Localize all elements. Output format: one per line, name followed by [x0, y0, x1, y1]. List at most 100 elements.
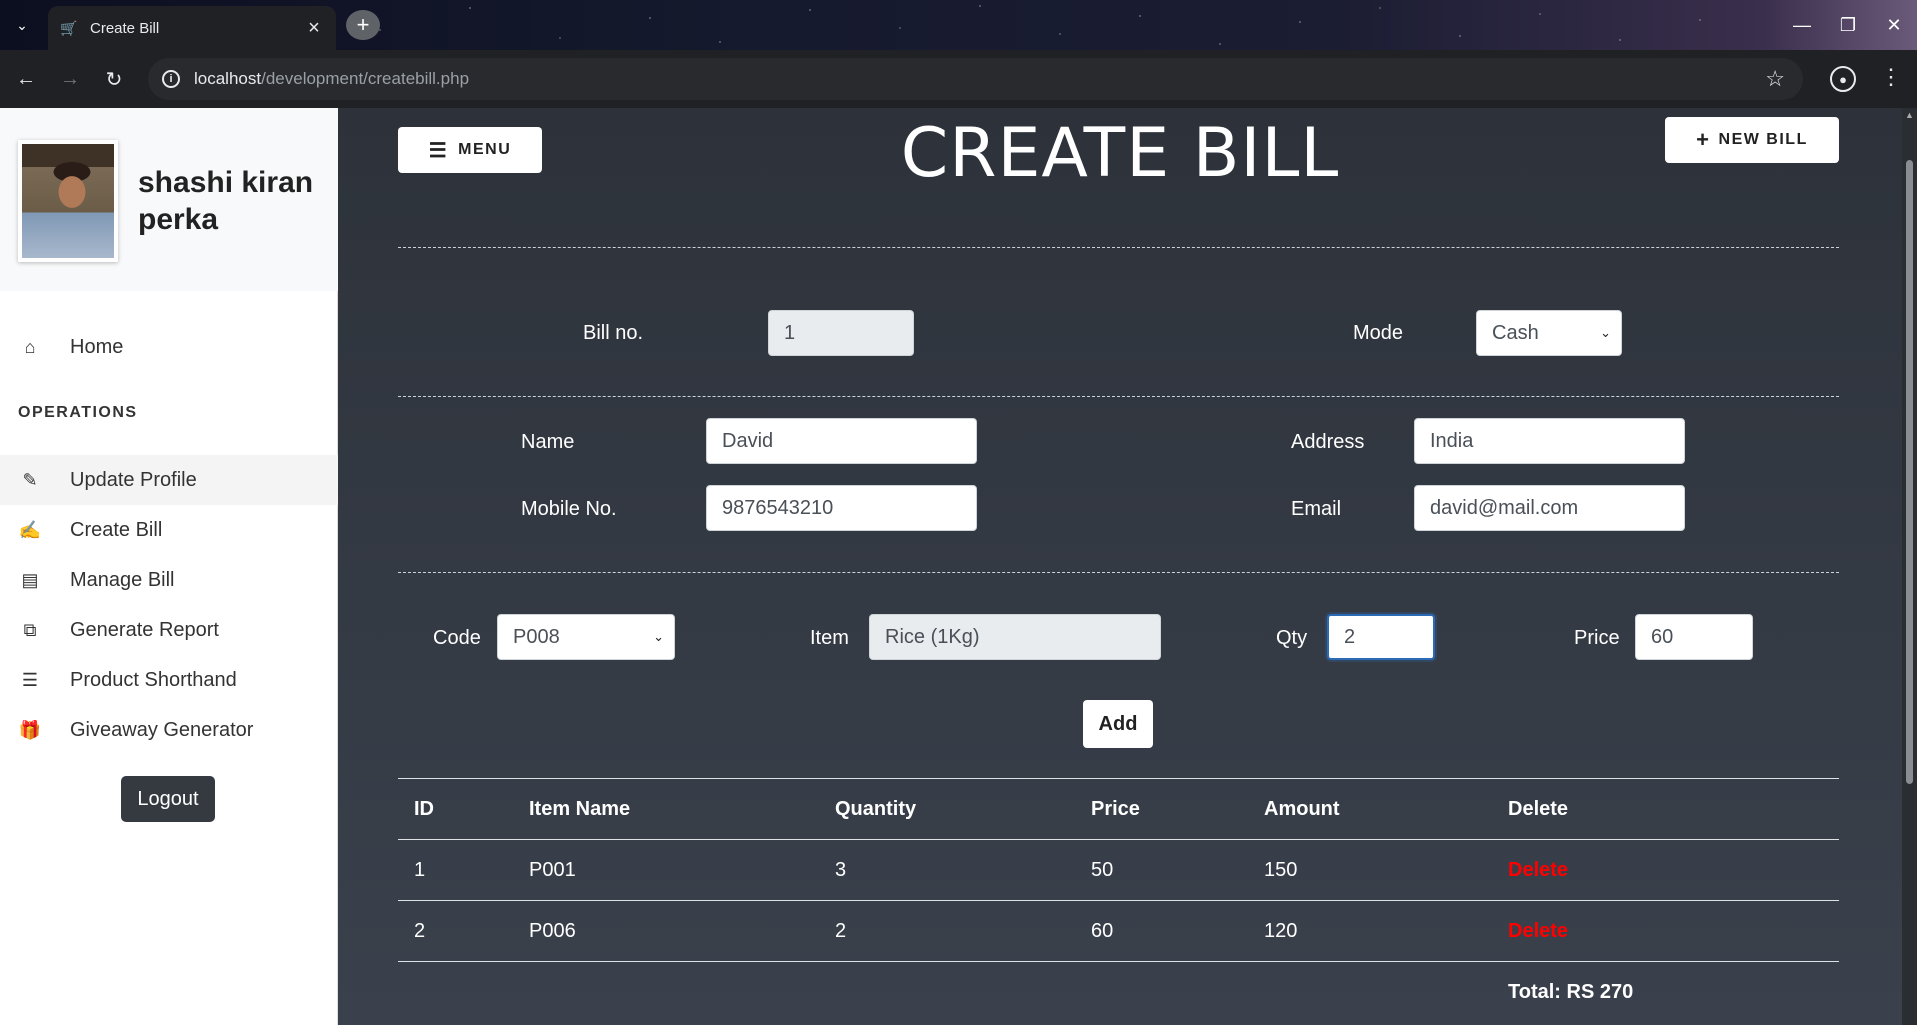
new-tab-button[interactable]: +: [346, 10, 380, 40]
close-window-icon[interactable]: ✕: [1871, 0, 1917, 50]
bill-total: Total: RS 270: [1508, 981, 1634, 1003]
sidebar-item-product-shorthand[interactable]: ☰ Product Shorthand: [0, 655, 338, 705]
main-content: ☰ MENU CREATE BILL + NEW BILL Bill no. 1…: [338, 108, 1902, 1025]
cell-item: P006: [529, 920, 576, 942]
table-row: 2 P006 2 60 120 Delete: [398, 900, 1839, 961]
logout-button[interactable]: Logout: [121, 776, 215, 822]
plus-icon: +: [1696, 127, 1711, 152]
delete-link[interactable]: Delete: [1508, 840, 1568, 901]
avatar: [18, 140, 118, 262]
code-select[interactable]: P008 ⌄: [497, 614, 675, 660]
scrollbar-thumb[interactable]: [1906, 160, 1913, 784]
address-field[interactable]: India: [1414, 418, 1685, 464]
mobile-value: 9876543210: [722, 496, 834, 519]
page-scrollbar[interactable]: ▲: [1902, 108, 1917, 1025]
scroll-up-icon[interactable]: ▲: [1905, 110, 1914, 120]
mode-value: Cash: [1492, 321, 1539, 344]
list-icon: ☰: [21, 669, 39, 690]
browser-titlebar: ⌄ 🛒 Create Bill × + — ❐ ✕: [0, 0, 1917, 50]
sidebar-item-home[interactable]: ⌂ Home: [0, 322, 338, 372]
table-header: ID: [414, 798, 434, 820]
qty-field[interactable]: 2: [1327, 614, 1435, 660]
sidebar-item-label: Update Profile: [70, 468, 197, 491]
qty-label: Qty: [1276, 627, 1308, 649]
bill-items-table: ID Item Name Quantity Price Amount Delet…: [398, 778, 1839, 1022]
restore-icon[interactable]: ❐: [1825, 0, 1871, 50]
profile-box: shashi kiran perka: [0, 108, 338, 291]
address-value: India: [1430, 429, 1474, 452]
address-bar[interactable]: i localhost/development/createbill.php ☆: [148, 58, 1803, 100]
divider: [398, 396, 1839, 397]
table-header-row: ID Item Name Quantity Price Amount Delet…: [398, 778, 1839, 839]
item-label: Item: [810, 627, 849, 649]
item-field[interactable]: Rice (1Kg): [869, 614, 1161, 660]
mobile-field[interactable]: 9876543210: [706, 485, 977, 531]
tab-close-icon[interactable]: ×: [304, 17, 324, 40]
url-path: /development/createbill.php: [261, 69, 470, 88]
edit-icon: ✍: [18, 519, 42, 540]
minimize-icon[interactable]: —: [1779, 0, 1825, 50]
price-label: Price: [1574, 627, 1620, 649]
user-edit-icon: ✎: [22, 469, 38, 490]
back-arrow-icon[interactable]: ←: [8, 61, 44, 97]
clone-icon: ⧉: [23, 619, 37, 640]
divider: [398, 572, 1839, 573]
table-header: Amount: [1264, 798, 1340, 820]
new-bill-label: NEW BILL: [1718, 131, 1808, 148]
email-field[interactable]: david@mail.com: [1414, 485, 1685, 531]
forward-arrow-icon[interactable]: →: [52, 61, 88, 97]
site-info-icon[interactable]: i: [162, 70, 180, 88]
sidebar-item-create-bill[interactable]: ✍ Create Bill: [0, 505, 338, 555]
page: shashi kiran perka ⌂ Home OPERATIONS ✎ U…: [0, 108, 1917, 1025]
name-label: Name: [521, 431, 575, 453]
delete-link[interactable]: Delete: [1508, 901, 1568, 962]
cell-amount: 150: [1264, 859, 1298, 881]
code-value: P008: [513, 625, 560, 648]
cart-favicon-icon: 🛒: [60, 20, 78, 36]
sidebar-item-label: Manage Bill: [70, 568, 175, 591]
table-header: Item Name: [529, 798, 631, 820]
cell-item: P001: [529, 859, 576, 881]
table-header: Price: [1091, 798, 1140, 820]
reload-icon[interactable]: ↻: [96, 61, 132, 97]
mode-select[interactable]: Cash ⌄: [1476, 310, 1622, 356]
bookmark-star-icon[interactable]: ☆: [1765, 66, 1785, 92]
new-bill-button[interactable]: + NEW BILL: [1665, 117, 1839, 163]
name-field[interactable]: David: [706, 418, 977, 464]
add-button[interactable]: Add: [1083, 700, 1153, 748]
code-label: Code: [433, 627, 481, 649]
bar-chart-icon: ▤: [21, 569, 39, 590]
sidebar-item-label: Generate Report: [70, 618, 219, 641]
url-host: localhost: [194, 69, 262, 88]
section-label-operations: OPERATIONS: [18, 404, 138, 421]
table-header: Delete: [1508, 798, 1569, 820]
cell-price: 50: [1091, 859, 1114, 881]
sidebar-item-generate-report[interactable]: ⧉ Generate Report: [0, 605, 338, 655]
home-icon: ⌂: [24, 336, 36, 357]
table-footer: Total: RS 270: [398, 961, 1839, 1022]
sidebar-item-update-profile[interactable]: ✎ Update Profile: [0, 455, 338, 505]
sidebar-item-label: Home: [70, 335, 124, 358]
qty-value: 2: [1344, 625, 1356, 648]
email-value: david@mail.com: [1430, 496, 1579, 519]
sidebar-item-manage-bill[interactable]: ▤ Manage Bill: [0, 555, 338, 605]
chevron-down-icon: ⌄: [653, 629, 664, 644]
chevron-down-icon: ⌄: [1600, 325, 1611, 340]
address-label: Address: [1291, 431, 1365, 453]
cell-price: 60: [1091, 920, 1114, 942]
sidebar-item-label: Create Bill: [70, 518, 163, 541]
profile-icon[interactable]: ●: [1830, 66, 1856, 92]
sidebar-item-giveaway-generator[interactable]: 🎁 Giveaway Generator: [0, 705, 338, 755]
sidebar-item-label: Product Shorthand: [70, 668, 237, 691]
sidebar-item-label: Giveaway Generator: [70, 718, 254, 741]
price-value: 60: [1651, 625, 1674, 648]
tab-search-chevron-icon[interactable]: ⌄: [6, 10, 38, 40]
browser-tab[interactable]: 🛒 Create Bill ×: [48, 6, 336, 50]
browser-menu-icon[interactable]: ⋮: [1880, 64, 1902, 90]
name-value: David: [722, 429, 774, 452]
bill-no-field[interactable]: 1: [768, 310, 914, 356]
divider: [398, 247, 1839, 248]
price-field[interactable]: 60: [1635, 614, 1753, 660]
cell-qty: 3: [835, 859, 847, 881]
bill-no-value: 1: [784, 321, 796, 344]
